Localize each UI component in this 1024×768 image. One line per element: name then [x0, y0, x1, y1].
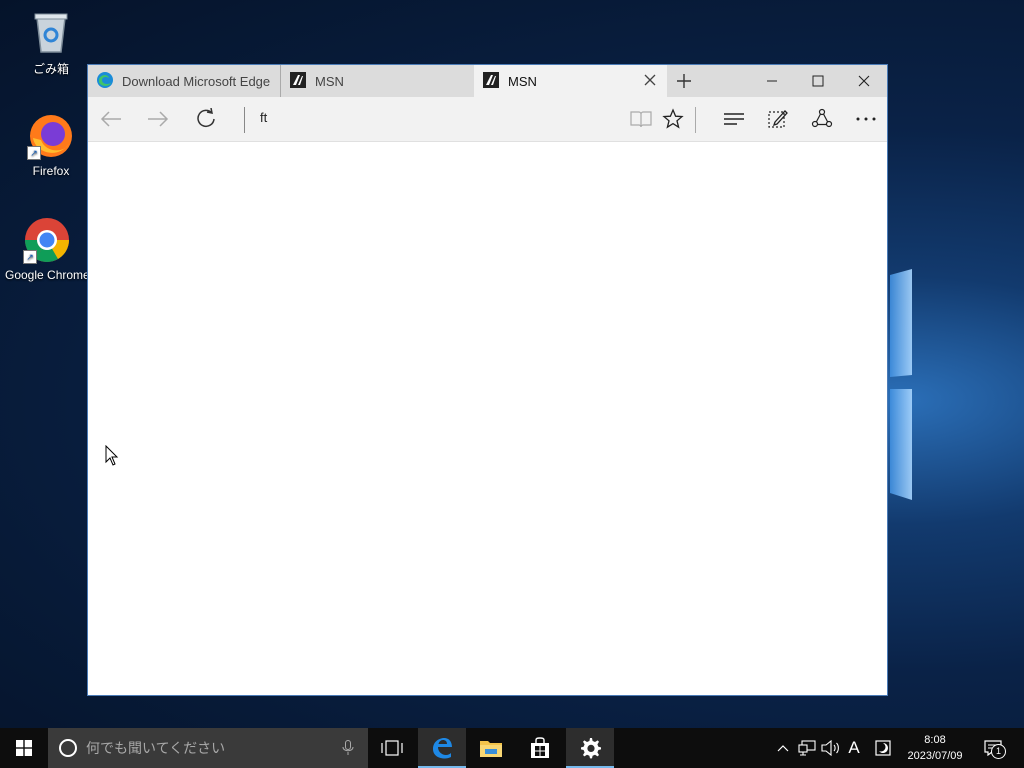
store-icon	[531, 737, 549, 758]
ime-pad-icon	[875, 740, 891, 756]
forward-arrow-icon	[148, 111, 169, 127]
clock-date: 2023/07/09	[907, 750, 963, 762]
windows-start-icon	[16, 740, 32, 756]
tab-label: MSN	[508, 73, 537, 89]
share-icon	[811, 108, 833, 128]
taskbar-store-button[interactable]	[516, 728, 564, 768]
search-placeholder: 何でも聞いてください	[86, 741, 226, 757]
hub-button[interactable]	[722, 107, 746, 131]
share-button[interactable]	[810, 107, 834, 131]
start-button[interactable]	[0, 728, 48, 768]
desktop-icon-firefox[interactable]: ↗ Firefox	[9, 112, 93, 178]
taskbar-file-explorer-button[interactable]	[467, 728, 515, 768]
desktop-icon-label: Firefox	[32, 164, 70, 178]
taskbar: 何でも聞いてください A 8:08 2023/07/09 1	[0, 728, 1024, 768]
desktop-icon-recycle-bin[interactable]: ごみ箱	[9, 8, 93, 77]
address-bar-input[interactable]: ft	[260, 110, 267, 125]
mouse-cursor-icon	[105, 445, 119, 466]
plus-icon	[677, 74, 691, 88]
refresh-icon	[197, 108, 215, 128]
web-note-pen-icon	[768, 110, 788, 128]
back-arrow-icon	[100, 111, 121, 127]
forward-button[interactable]	[146, 107, 170, 131]
settings-gear-icon	[581, 738, 601, 759]
taskbar-edge-button[interactable]	[418, 728, 466, 768]
file-explorer-icon	[480, 741, 502, 757]
maximize-icon	[812, 75, 824, 87]
taskbar-clock[interactable]: 8:08 2023/07/09	[900, 732, 970, 764]
edge-icon	[433, 738, 452, 759]
chrome-icon: ↗	[23, 216, 71, 264]
new-tab-button[interactable]	[667, 65, 701, 97]
firefox-icon: ↗	[27, 112, 75, 160]
taskbar-search-box[interactable]: 何でも聞いてください	[48, 728, 368, 768]
tab-msn-1[interactable]: MSN	[280, 65, 474, 97]
desktop-icon-label: ごみ箱	[32, 62, 69, 76]
msn-icon	[482, 71, 500, 92]
network-icon	[798, 740, 816, 756]
book-icon	[630, 111, 652, 128]
star-icon	[662, 108, 684, 129]
page-content-area[interactable]	[88, 142, 887, 695]
address-bar-divider	[244, 107, 245, 133]
navigation-bar: ft	[88, 97, 887, 142]
tab-label: MSN	[315, 73, 344, 89]
close-window-button[interactable]	[841, 65, 887, 97]
edge-logo-icon	[96, 71, 114, 92]
tab-download-edge[interactable]: Download Microsoft Edge	[88, 65, 280, 97]
more-dots-icon	[856, 117, 876, 121]
microphone-icon	[342, 740, 354, 755]
volume-button[interactable]	[820, 728, 842, 768]
back-button[interactable]	[99, 107, 123, 131]
shortcut-arrow-icon: ↗	[23, 250, 37, 264]
minimize-icon	[767, 80, 777, 82]
tab-msn-active[interactable]: MSN	[474, 65, 667, 97]
edge-browser-window: Download Microsoft Edge MSN MSN ft	[87, 64, 888, 696]
recycle-bin-icon	[27, 8, 75, 56]
task-view-button[interactable]	[368, 728, 416, 768]
msn-icon	[289, 71, 307, 92]
chevron-up-icon	[777, 745, 789, 752]
desktop-icon-chrome[interactable]: ↗ Google Chrome	[5, 216, 89, 282]
reading-view-button[interactable]	[629, 107, 653, 131]
taskbar-settings-button[interactable]	[566, 728, 614, 768]
tab-bar: Download Microsoft Edge MSN MSN	[88, 65, 887, 97]
close-tab-icon[interactable]	[643, 73, 657, 87]
more-button[interactable]	[854, 107, 878, 131]
task-view-icon	[381, 740, 403, 756]
clock-time: 8:08	[924, 734, 946, 746]
network-button[interactable]	[797, 728, 817, 768]
refresh-button[interactable]	[194, 107, 218, 131]
favorite-button[interactable]	[661, 107, 685, 131]
web-note-button[interactable]	[766, 107, 790, 131]
speaker-icon	[821, 740, 839, 756]
notification-count-badge: 1	[991, 744, 1006, 759]
desktop-icon-label: Google Chrome	[5, 268, 89, 282]
window-controls	[749, 65, 887, 97]
action-center-button[interactable]: 1	[980, 728, 1006, 768]
close-icon	[858, 75, 870, 87]
ime-mode-indicator[interactable]: A	[845, 728, 863, 768]
shortcut-arrow-icon: ↗	[27, 146, 41, 160]
show-hidden-icons-button[interactable]	[775, 728, 791, 768]
maximize-button[interactable]	[795, 65, 841, 97]
cortana-circle-icon	[59, 739, 77, 757]
toolbar-divider	[695, 107, 696, 133]
ime-pad-button[interactable]	[872, 728, 894, 768]
hub-lines-icon	[724, 113, 744, 125]
minimize-button[interactable]	[749, 65, 795, 97]
tab-label: Download Microsoft Edge	[122, 73, 271, 89]
